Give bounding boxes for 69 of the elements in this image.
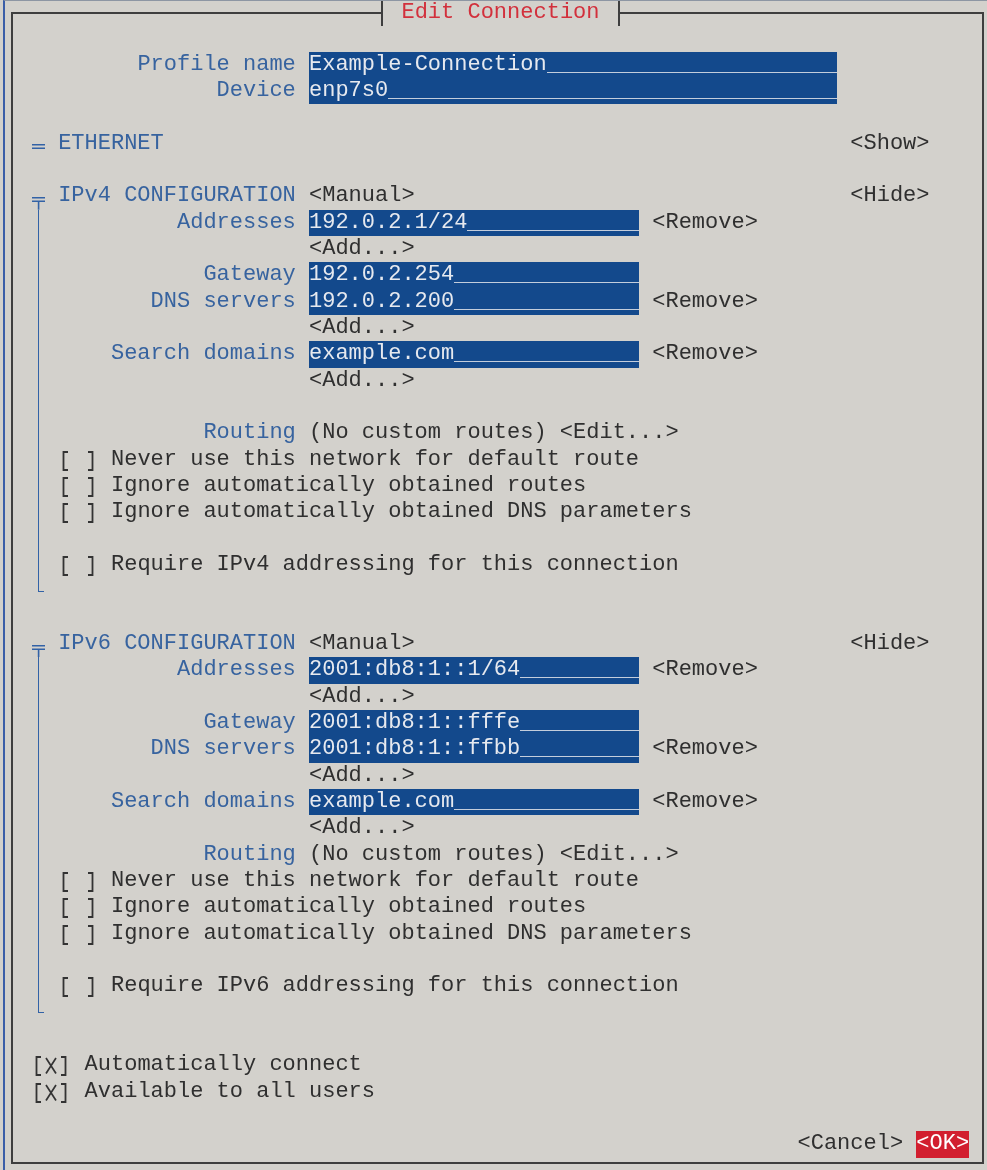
- section-toggle-button[interactable]: <Show>: [850, 130, 930, 158]
- checkbox[interactable]: [61, 556, 94, 577]
- dialog-button[interactable]: <OK>: [916, 1131, 970, 1158]
- field-label: Search domains: [110, 341, 296, 368]
- remove-button[interactable]: <Remove>: [652, 736, 758, 763]
- section-title: IPv4 CONFIGURATION: [58, 183, 296, 209]
- add-button[interactable]: <Add...>: [309, 367, 415, 395]
- checkbox[interactable]: [61, 503, 94, 524]
- text-field[interactable]: enp7s0: [309, 78, 838, 105]
- checkbox[interactable]: [61, 898, 94, 919]
- checkbox[interactable]: [61, 977, 94, 998]
- section-title: ETHERNET: [58, 130, 164, 156]
- remove-button[interactable]: <Remove>: [652, 657, 758, 684]
- field-label: DNS servers: [150, 736, 296, 763]
- remove-button[interactable]: <Remove>: [652, 789, 758, 816]
- routes-summary: (No custom routes): [309, 841, 547, 868]
- dialog-button[interactable]: <Cancel>: [797, 1131, 904, 1158]
- section-toggle-button[interactable]: <Hide>: [850, 631, 930, 658]
- dialog-title: Edit Connection: [380, 1, 621, 27]
- text-field[interactable]: 192.0.2.200: [309, 288, 640, 316]
- field-label: DNS servers: [150, 288, 296, 316]
- checkbox-label: Automatically connect: [84, 1052, 362, 1079]
- field-label: Gateway: [203, 262, 296, 289]
- text-field[interactable]: 192.0.2.1/24: [309, 209, 640, 237]
- text-field[interactable]: 2001:db8:1::fffe: [309, 710, 640, 737]
- remove-button[interactable]: <Remove>: [652, 209, 758, 237]
- field-label: Addresses: [177, 209, 296, 237]
- checkbox[interactable]: [61, 871, 94, 892]
- checkbox-label: Ignore automatically obtained DNS parameters: [111, 499, 692, 526]
- edit-button[interactable]: <Edit...>: [559, 841, 679, 868]
- text-field[interactable]: example.com: [309, 341, 640, 368]
- checkbox-label: Available to all users: [84, 1078, 376, 1105]
- method-dropdown[interactable]: <Manual>: [309, 183, 415, 210]
- checkbox[interactable]: [61, 450, 94, 471]
- checkbox-label: Never use this network for default route: [111, 867, 640, 895]
- text-field[interactable]: 2001:db8:1::ffbb: [309, 736, 640, 763]
- checkbox-label: Ignore automatically obtained routes: [111, 894, 587, 921]
- checkbox-label: Never use this network for default route: [111, 446, 640, 474]
- checkbox-label: Ignore automatically obtained DNS parameters: [111, 920, 692, 947]
- checkbox[interactable]: [61, 477, 94, 498]
- text-field[interactable]: Example-Connection: [309, 51, 838, 79]
- add-button[interactable]: <Add...>: [309, 683, 415, 710]
- field-label: Device: [216, 78, 296, 105]
- remove-button[interactable]: <Remove>: [652, 288, 758, 316]
- checkbox-label: Require IPv4 addressing for this connection: [111, 552, 679, 579]
- method-dropdown[interactable]: <Manual>: [309, 631, 415, 658]
- field-label: Gateway: [203, 710, 296, 737]
- add-button[interactable]: <Add...>: [309, 815, 415, 842]
- field-label: Addresses: [177, 657, 296, 684]
- checkbox[interactable]: [35, 1082, 68, 1103]
- checkbox-label: Ignore automatically obtained routes: [111, 473, 587, 500]
- text-field[interactable]: 192.0.2.254: [309, 262, 640, 289]
- checkbox-label: Require IPv6 addressing for this connection: [111, 973, 679, 1000]
- text-field[interactable]: example.com: [309, 789, 640, 816]
- section-toggle-button[interactable]: <Hide>: [850, 183, 930, 210]
- field-label: Routing: [203, 420, 296, 447]
- remove-button[interactable]: <Remove>: [652, 341, 758, 368]
- field-label: Profile name: [137, 51, 296, 79]
- text-field[interactable]: 2001:db8:1::1/64: [309, 657, 640, 684]
- edit-button[interactable]: <Edit...>: [559, 420, 679, 447]
- field-label: Search domains: [110, 789, 296, 816]
- field-label: Routing: [203, 841, 296, 868]
- add-button[interactable]: <Add...>: [309, 762, 415, 789]
- add-button[interactable]: <Add...>: [309, 315, 415, 342]
- checkbox[interactable]: [35, 1056, 68, 1077]
- add-button[interactable]: <Add...>: [309, 236, 415, 263]
- routes-summary: (No custom routes): [309, 420, 547, 447]
- checkbox[interactable]: [61, 924, 94, 945]
- section-title: IPv6 CONFIGURATION: [58, 631, 296, 656]
